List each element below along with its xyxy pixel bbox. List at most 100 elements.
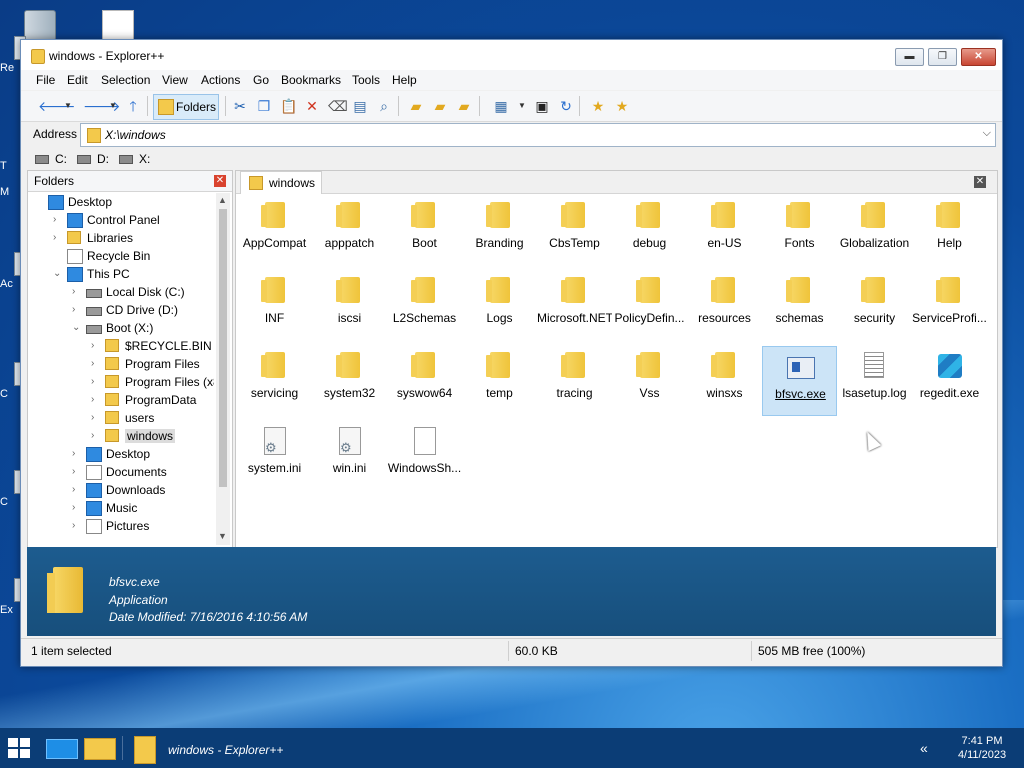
scrollbar-thumb[interactable] <box>219 209 227 487</box>
expand-chevron-icon[interactable]: › <box>91 376 94 387</box>
add-bookmark-icon[interactable]: ★ <box>590 98 606 114</box>
tree-item[interactable]: Recycle Bin <box>28 247 214 265</box>
tree-item[interactable]: › CD Drive (D:) <box>28 301 214 319</box>
forward-dropdown-icon[interactable]: ▼ <box>109 101 117 110</box>
scroll-down-icon[interactable]: ▼ <box>218 531 227 541</box>
address-dropdown-icon[interactable]: ⌵ <box>983 127 991 140</box>
folder-item[interactable]: Vss <box>612 346 687 416</box>
command-prompt-icon[interactable]: ▣ <box>534 98 550 114</box>
expand-chevron-icon[interactable]: › <box>53 232 56 243</box>
file-item[interactable]: lsasetup.log <box>837 346 912 416</box>
drive-c-button[interactable]: C: <box>35 152 67 166</box>
tree-item[interactable]: › windows <box>28 427 214 445</box>
expand-chevron-icon[interactable]: › <box>72 502 75 513</box>
menu-tools[interactable]: Tools <box>352 73 380 87</box>
folder-item[interactable]: winsxs <box>687 346 762 416</box>
forward-icon[interactable]: 🡒 <box>83 98 121 114</box>
folder-item[interactable]: resources <box>687 271 762 341</box>
folder-item[interactable]: PolicyDefin... <box>612 271 687 341</box>
delete-icon[interactable]: ✕ <box>304 98 320 114</box>
search-icon[interactable]: ⌕ <box>376 98 392 114</box>
menu-bookmarks[interactable]: Bookmarks <box>281 73 341 87</box>
expand-chevron-icon[interactable]: › <box>72 286 75 297</box>
copy-to-folder-icon[interactable]: ▰ <box>432 98 448 114</box>
folder-item[interactable]: Help <box>912 196 987 266</box>
maximize-button[interactable]: ❐ <box>928 48 957 66</box>
tree-item[interactable]: ⌄ This PC <box>28 265 214 283</box>
move-to-folder-icon[interactable]: ▰ <box>456 98 472 114</box>
collapse-chevron-icon[interactable]: ⌄ <box>72 322 80 333</box>
back-dropdown-icon[interactable]: ▼ <box>64 101 72 110</box>
show-desktop-taskbar-icon[interactable] <box>46 739 78 759</box>
menu-file[interactable]: File <box>36 73 55 87</box>
folder-item[interactable]: Branding <box>462 196 537 266</box>
folder-item[interactable]: Logs <box>462 271 537 341</box>
file-item[interactable]: WindowsSh... <box>387 421 462 491</box>
file-list-pane[interactable]: windows ✕ AppCompat apppatch Boot Branding C… <box>235 170 998 548</box>
file-item[interactable]: regedit.exe <box>912 346 987 416</box>
folder-item[interactable]: temp <box>462 346 537 416</box>
folder-item[interactable]: servicing <box>237 346 312 416</box>
close-folders-pane-icon[interactable]: ✕ <box>214 175 226 187</box>
tree-item[interactable]: › Pictures <box>28 517 214 535</box>
expand-chevron-icon[interactable]: › <box>72 304 75 315</box>
expand-chevron-icon[interactable]: › <box>72 520 75 531</box>
expand-chevron-icon[interactable]: › <box>72 466 75 477</box>
folder-item[interactable]: CbsTemp <box>537 196 612 266</box>
menu-edit[interactable]: Edit <box>67 73 88 87</box>
file-item[interactable]: win.ini <box>312 421 387 491</box>
folder-item[interactable]: system32 <box>312 346 387 416</box>
menu-selection[interactable]: Selection <box>101 73 150 87</box>
folder-item[interactable]: Microsoft.NET <box>537 271 612 341</box>
menu-view[interactable]: View <box>162 73 188 87</box>
tree-item[interactable]: › Program Files <box>28 355 214 373</box>
folder-item[interactable]: ServiceProfi... <box>912 271 987 341</box>
expand-chevron-icon[interactable]: › <box>91 358 94 369</box>
drive-x-button[interactable]: X: <box>119 152 150 166</box>
tree-item[interactable]: Desktop <box>28 193 214 211</box>
menu-actions[interactable]: Actions <box>201 73 240 87</box>
views-dropdown-icon[interactable]: ▼ <box>518 101 526 110</box>
folder-tree-scrollbar[interactable]: ▲ ▼ <box>216 193 230 545</box>
tree-item[interactable]: › $RECYCLE.BIN <box>28 337 214 355</box>
folder-item[interactable]: tracing <box>537 346 612 416</box>
folder-tree[interactable]: Desktop › Control Panel › Libraries Recycle B… <box>28 193 214 545</box>
folder-item[interactable]: security <box>837 271 912 341</box>
folder-item[interactable]: Boot <box>387 196 462 266</box>
tree-item[interactable]: › Desktop <box>28 445 214 463</box>
copy-icon[interactable]: ❐ <box>256 98 272 114</box>
title-bar[interactable]: windows - Explorer++ ▬ ❐ ✕ <box>21 40 1002 70</box>
folder-item[interactable]: AppCompat <box>237 196 312 266</box>
expand-chevron-icon[interactable]: › <box>91 394 94 405</box>
tree-item[interactable]: ⌄ Boot (X:) <box>28 319 214 337</box>
paste-icon[interactable]: 📋 <box>280 98 297 114</box>
cut-icon[interactable]: ✂ <box>232 98 248 114</box>
tree-item[interactable]: › Libraries <box>28 229 214 247</box>
bookmarks-icon[interactable]: ★ <box>614 98 630 114</box>
close-tab-icon[interactable]: ✕ <box>974 176 986 188</box>
delete-permanently-icon[interactable]: ⌫ <box>328 98 348 114</box>
expand-chevron-icon[interactable]: › <box>91 430 94 441</box>
tray-overflow-icon[interactable]: « <box>920 740 928 756</box>
folders-toggle-button[interactable]: Folders <box>153 94 219 120</box>
tree-item[interactable]: › Control Panel <box>28 211 214 229</box>
menu-go[interactable]: Go <box>253 73 269 87</box>
folder-item[interactable]: Fonts <box>762 196 837 266</box>
new-folder-icon[interactable]: ▰ <box>408 98 424 114</box>
taskbar-window-explorerpp[interactable]: windows - Explorer++ <box>130 730 300 766</box>
tab-windows[interactable]: windows <box>240 171 322 194</box>
tree-item[interactable]: › Downloads <box>28 481 214 499</box>
expand-chevron-icon[interactable]: › <box>72 484 75 495</box>
tree-item[interactable]: › Local Disk (C:) <box>28 283 214 301</box>
folder-item[interactable]: apppatch <box>312 196 387 266</box>
file-item[interactable]: system.ini <box>237 421 312 491</box>
explorer-window[interactable]: windows - Explorer++ ▬ ❐ ✕ File Edit Sel… <box>20 39 1003 667</box>
folder-item[interactable]: en-US <box>687 196 762 266</box>
tree-item[interactable]: › Music <box>28 499 214 517</box>
folder-item[interactable]: debug <box>612 196 687 266</box>
file-item[interactable]: bfsvc.exe <box>762 346 837 416</box>
expand-chevron-icon[interactable]: › <box>53 214 56 225</box>
expand-chevron-icon[interactable]: › <box>72 448 75 459</box>
folder-item[interactable]: syswow64 <box>387 346 462 416</box>
minimize-button[interactable]: ▬ <box>895 48 924 66</box>
